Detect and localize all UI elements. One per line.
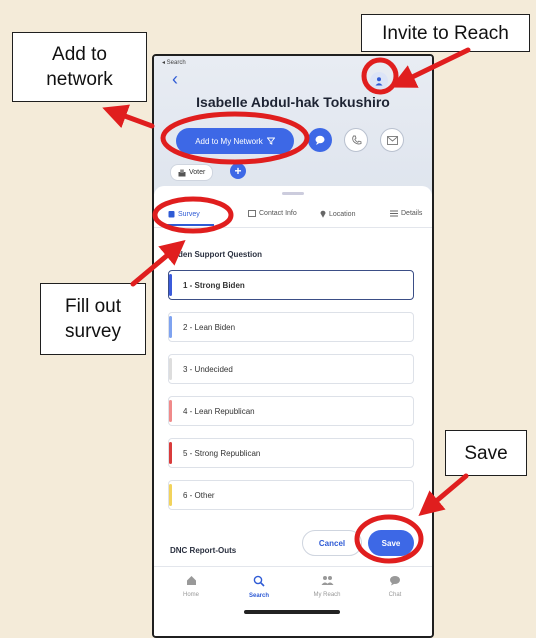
highlight-circle-invite [361, 57, 399, 95]
highlight-ellipse-save [354, 514, 424, 564]
arrow-invite [390, 47, 471, 88]
arrow-fill-survey [130, 239, 186, 287]
arrow-add-to-network [102, 104, 155, 129]
annotation-overlay [102, 47, 471, 564]
highlight-ellipse-add-to-network [160, 111, 310, 165]
highlight-ellipse-survey-tab [152, 196, 234, 234]
arrow-save [418, 473, 469, 517]
